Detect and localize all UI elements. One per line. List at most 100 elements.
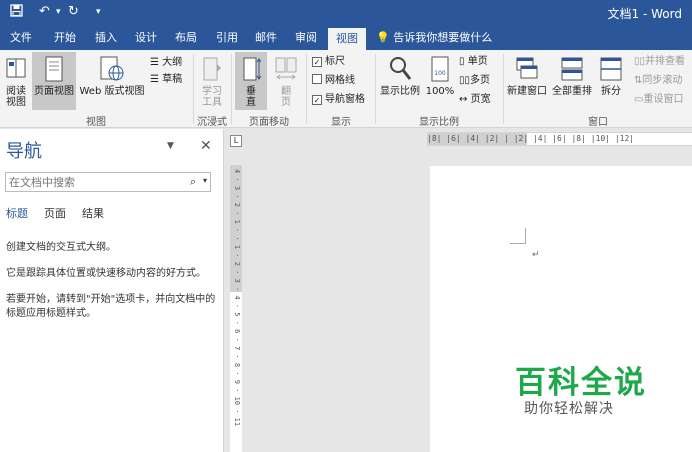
learning-tools-button[interactable]: 学习 工具 (196, 52, 228, 110)
nav-pane-checkbox[interactable]: ✓ 导航窗格 (312, 92, 365, 108)
horizontal-ruler-ticks: |8| |6| |4| |2| | |2| |4| |6| |8| |10| |… (427, 134, 635, 143)
gridlines-checkbox[interactable]: 网格线 (312, 73, 355, 89)
multiple-pages-icon: ▯▯ (459, 75, 471, 86)
read-mode-icon (6, 58, 26, 78)
chevron-down-icon[interactable]: ▼ (167, 141, 174, 151)
ribbon: 阅读 视图 页面视图 Web 版式视图 ☰ 大纲 ☰ 草稿 视图 学习 工具 沉… (0, 50, 692, 128)
side-to-side-icon (275, 57, 297, 80)
page-width-button[interactable]: ↔ 页宽 (459, 92, 491, 108)
web-layout-label: Web 版式视图 (79, 86, 145, 97)
page-width-icon: ↔ (459, 94, 468, 105)
vertical-scroll-icon (243, 57, 261, 81)
vertical-ruler: L 4 · 3 · 2 · 1 · · 1 · 2 · 3 · 4 · 5 · … (225, 129, 247, 452)
tell-me-text: 告诉我你想要做什么 (393, 31, 493, 44)
tab-file[interactable]: 文件 (4, 26, 38, 50)
watermark-slogan: 助你轻松解决 (524, 401, 614, 417)
zoom-group-label: 显示比例 (419, 117, 459, 128)
arrange-all-icon (561, 57, 583, 81)
arrange-all-button[interactable]: 全部重排 (549, 52, 595, 110)
nav-pane-title: 导航 (6, 141, 42, 162)
redo-icon[interactable]: ↻ (68, 4, 79, 19)
outline-button[interactable]: ☰ 大纲 (150, 55, 182, 71)
tab-view[interactable]: 视图 (328, 28, 366, 50)
print-layout-label: 页面视图 (34, 86, 74, 97)
new-window-button[interactable]: 新建窗口 (506, 52, 548, 110)
outline-icon: ☰ (150, 57, 159, 68)
split-button[interactable]: 拆分 (596, 52, 626, 110)
checkbox-checked-icon: ✓ (312, 57, 322, 67)
draft-button[interactable]: ☰ 草稿 (150, 72, 182, 88)
new-window-label: 新建窗口 (507, 86, 547, 97)
tab-selector[interactable]: L (230, 135, 242, 147)
tab-design[interactable]: 设计 (129, 26, 163, 50)
arrange-all-label: 全部重排 (552, 86, 592, 97)
tab-mailings[interactable]: 邮件 (249, 26, 283, 50)
title-bar: ↶ ▾ ↻ ▾ 文档1 - Word (0, 0, 692, 26)
tab-references[interactable]: 引用 (210, 26, 244, 50)
customize-icon[interactable]: ▾ (96, 7, 101, 17)
tab-insert[interactable]: 插入 (89, 26, 123, 50)
nav-tab-pages[interactable]: 页面 (44, 205, 66, 221)
tab-layout[interactable]: 布局 (169, 26, 203, 50)
group-separator (306, 54, 307, 124)
navigation-pane: 导航 ▼ ✕ ⌕ ▾ 标题 页面 结果 创建文档的交互式大纲。 它是跟踪具体位置… (0, 129, 224, 452)
search-icon[interactable]: ⌕ (190, 175, 196, 189)
print-layout-button[interactable]: 页面视图 (32, 52, 76, 110)
save-icon[interactable] (10, 4, 23, 21)
learning-tools-icon (203, 57, 221, 81)
magnifier-icon (390, 57, 412, 80)
ribbon-tabs: 文件 开始 插入 设计 布局 引用 邮件 审阅 视图 💡 告诉我你想要做什么 (0, 26, 692, 50)
svg-text:100: 100 (434, 70, 446, 77)
read-mode-button[interactable]: 阅读 视图 (2, 52, 30, 110)
group-separator (231, 54, 232, 124)
zoom-100-label: 100% (425, 86, 455, 97)
vertical-button[interactable]: 垂 直 (235, 52, 267, 110)
immersive-group-label: 沉浸式 (197, 117, 227, 128)
nav-tab-headings[interactable]: 标题 (6, 205, 28, 221)
side-to-side-button[interactable]: 翻 页 (270, 52, 302, 110)
split-icon (600, 57, 622, 81)
nav-hint-text-1: 创建文档的交互式大纲。 (6, 242, 116, 253)
zoom-label: 显示比例 (380, 86, 420, 97)
side-by-side-button[interactable]: ▯▯并排查看 (634, 54, 685, 70)
view-group-label: 视图 (86, 117, 106, 128)
zoom-100-button[interactable]: 100 100% (424, 52, 456, 110)
reset-window-button[interactable]: ▭重设窗口 (634, 92, 683, 108)
chevron-down-icon[interactable]: ▾ (203, 176, 207, 185)
checkbox-unchecked-icon (312, 74, 322, 84)
chevron-down-icon[interactable]: ▾ (56, 7, 61, 17)
nav-tab-results[interactable]: 结果 (82, 205, 104, 221)
multiple-pages-button[interactable]: ▯▯多页 (459, 73, 490, 89)
side-by-side-icon: ▯▯ (634, 56, 646, 67)
tab-home[interactable]: 开始 (48, 26, 82, 50)
zoom-100-icon: 100 (431, 56, 449, 82)
tell-me-box[interactable]: 💡 告诉我你想要做什么 (376, 26, 492, 50)
nav-hint-text-3: 若要开始，请转到"开始"选项卡，并向文档中的标题应用标题样式。 (6, 294, 216, 319)
close-icon[interactable]: ✕ (200, 138, 212, 154)
web-layout-icon (100, 56, 124, 81)
page-movement-group-label: 页面移动 (249, 117, 289, 128)
ruler-checkbox[interactable]: ✓ 标尺 (312, 54, 345, 70)
paragraph-mark: ↵ (532, 250, 540, 260)
web-layout-button[interactable]: Web 版式视图 (78, 52, 146, 110)
zoom-button[interactable]: 显示比例 (378, 52, 422, 110)
nav-search-box: ⌕ ▾ (5, 172, 211, 192)
tab-review[interactable]: 审阅 (289, 26, 323, 50)
vertical-label: 垂 直 (246, 86, 256, 108)
one-page-icon: ▯ (459, 56, 465, 67)
nav-search-input[interactable] (6, 173, 176, 191)
watermark-logo: 百科全说 (515, 365, 647, 401)
draft-icon: ☰ (150, 74, 159, 85)
vertical-ruler-ticks: 4 · 3 · 2 · 1 · · 1 · 2 · 3 · 4 · 5 · 6 … (233, 169, 241, 427)
split-label: 拆分 (601, 86, 621, 97)
sync-scroll-button[interactable]: ⇅同步滚动 (634, 73, 682, 89)
checkbox-checked-icon: ✓ (312, 95, 322, 105)
one-page-button[interactable]: ▯ 单页 (459, 54, 488, 70)
document-area: |8| |6| |4| |2| | |2| |4| |6| |8| |10| |… (247, 129, 692, 452)
side-to-side-label: 翻 页 (281, 86, 291, 108)
horizontal-ruler: |8| |6| |4| |2| | |2| |4| |6| |8| |10| |… (427, 132, 692, 146)
print-layout-icon (45, 56, 63, 82)
lightbulb-icon: 💡 (376, 31, 390, 44)
new-window-icon (516, 57, 538, 79)
undo-icon[interactable]: ↶ (39, 4, 50, 19)
